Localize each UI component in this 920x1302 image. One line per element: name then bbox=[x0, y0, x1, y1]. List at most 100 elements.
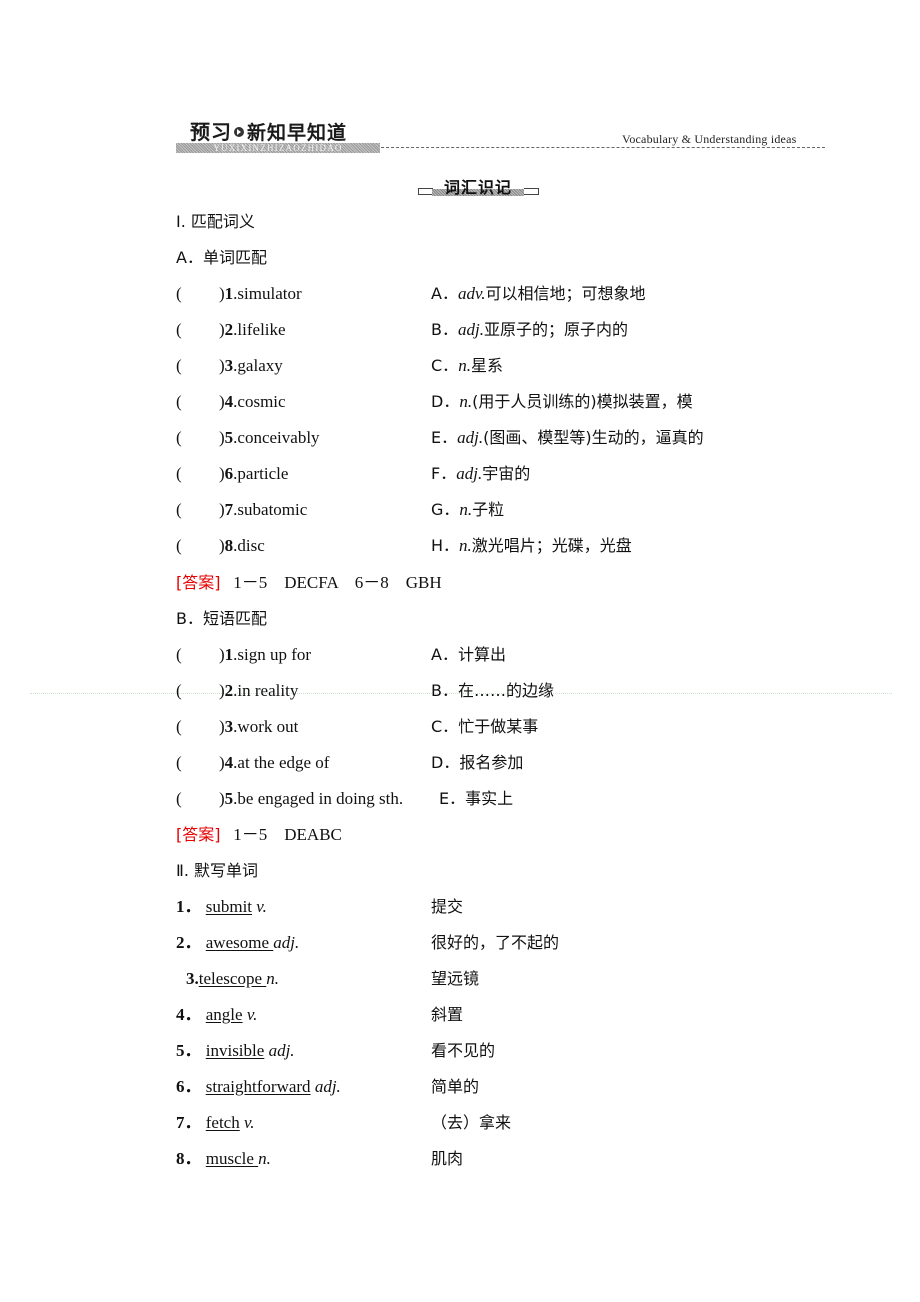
definition-option: E．事实上 bbox=[439, 787, 513, 811]
part-of-speech: adj. bbox=[268, 1041, 295, 1060]
option-letter: F． bbox=[431, 464, 457, 483]
chinese-meaning: 望远镜 bbox=[431, 969, 480, 988]
item-word: .simulator bbox=[233, 284, 302, 303]
definition-option: G．n.子粒 bbox=[431, 498, 504, 522]
answer-blank[interactable]: ( bbox=[176, 390, 182, 414]
part-of-speech: v. bbox=[246, 1005, 258, 1024]
definition-text: 在……的边缘 bbox=[457, 681, 554, 700]
part-of-speech: adj. bbox=[273, 933, 300, 952]
answer-blank[interactable]: ( bbox=[176, 354, 182, 378]
definition-option: E．adj.(图画、模型等)生动的，逼真的 bbox=[431, 426, 704, 450]
match-item: )5.conceivably bbox=[219, 428, 320, 447]
part-of-speech: n. bbox=[459, 536, 472, 555]
answer-blank[interactable]: ( bbox=[176, 679, 182, 703]
definition-text: 宇宙的 bbox=[482, 464, 531, 483]
definition-option: A．adv.可以相信地；可想象地 bbox=[431, 282, 646, 306]
option-letter: E． bbox=[439, 789, 466, 808]
option-letter: D． bbox=[431, 753, 460, 772]
definition-option: D．n.(用于人员训练的)模拟装置，模 bbox=[431, 390, 693, 414]
chinese-meaning: 提交 bbox=[431, 897, 464, 916]
match-item: )2.in reality bbox=[219, 681, 299, 700]
answer-text: 1－5 DECFA 6－8 GBH bbox=[233, 573, 442, 592]
part2-heading: Ⅱ. 默写单词 bbox=[176, 861, 259, 880]
filled-word: invisible bbox=[205, 1041, 265, 1060]
part-of-speech: n. bbox=[266, 969, 279, 988]
option-letter: B． bbox=[431, 320, 458, 339]
part-of-speech: v. bbox=[256, 897, 267, 916]
item-word: .subatomic bbox=[233, 500, 308, 519]
item-phrase: .work out bbox=[233, 717, 299, 736]
answer-blank[interactable]: ( bbox=[176, 715, 182, 739]
definition-text: 可以相信地；可想象地 bbox=[485, 284, 646, 303]
dictation-row: 5． invisible adj. 看不见的 bbox=[176, 1039, 495, 1063]
item-phrase: .at the edge of bbox=[233, 753, 330, 772]
answer-blank[interactable]: ( bbox=[176, 498, 182, 522]
definition-text: 激光唱片；光碟，光盘 bbox=[471, 536, 632, 555]
item-number: 6 bbox=[224, 464, 234, 483]
filled-word: submit bbox=[205, 897, 253, 916]
answer-blank[interactable]: ( bbox=[176, 462, 182, 486]
item-number: 1． bbox=[176, 897, 202, 916]
subB-answer: [答案] 1－5 DEABC bbox=[176, 823, 342, 847]
chinese-meaning: 看不见的 bbox=[431, 1041, 496, 1060]
option-letter: C． bbox=[431, 717, 459, 736]
definition-text: 计算出 bbox=[457, 645, 506, 664]
definition-text: 亚原子的；原子内的 bbox=[483, 320, 628, 339]
part-of-speech: adj. bbox=[457, 428, 484, 447]
item-number: 6． bbox=[176, 1077, 202, 1096]
option-letter: E． bbox=[431, 428, 458, 447]
answer-text: 1－5 DEABC bbox=[233, 825, 342, 844]
item-number: 1 bbox=[224, 645, 234, 664]
definition-text: 星系 bbox=[470, 356, 503, 375]
match-item: )5.be engaged in doing sth. bbox=[219, 789, 404, 808]
item-number: 2 bbox=[224, 681, 234, 700]
answer-label: [答案] bbox=[176, 825, 221, 844]
dictation-row: 4． angle v. 斜置 bbox=[176, 1003, 463, 1027]
subA-heading-text: A．单词匹配 bbox=[176, 248, 267, 267]
part-of-speech: n. bbox=[459, 392, 473, 411]
item-number: 3. bbox=[186, 969, 199, 988]
dictation-row: 8． muscle n. 肌肉 bbox=[176, 1147, 463, 1171]
answer-blank[interactable]: ( bbox=[176, 643, 182, 667]
option-letter: A． bbox=[431, 284, 458, 303]
definition-option: C．n.星系 bbox=[431, 354, 503, 378]
answer-blank[interactable]: ( bbox=[176, 787, 182, 811]
option-letter: C． bbox=[431, 356, 459, 375]
header-title-rest: 新知早知道 bbox=[247, 122, 348, 144]
definition-option: C．忙于做某事 bbox=[431, 715, 538, 739]
dictation-row: 1． submit v. 提交 bbox=[176, 895, 463, 919]
chinese-meaning: （去）拿来 bbox=[431, 1113, 512, 1132]
item-number: 4． bbox=[176, 1005, 202, 1024]
item-number: 4 bbox=[224, 392, 234, 411]
definition-option: D．报名参加 bbox=[431, 751, 523, 775]
option-letter: G． bbox=[431, 500, 460, 519]
option-letter: A． bbox=[431, 645, 458, 664]
subB-heading-text: B．短语匹配 bbox=[176, 609, 267, 628]
answer-blank[interactable]: ( bbox=[176, 282, 182, 306]
part-of-speech: n. bbox=[258, 1149, 271, 1168]
answer-blank[interactable]: ( bbox=[176, 534, 182, 558]
part-of-speech: adj. bbox=[457, 320, 484, 339]
answer-blank[interactable]: ( bbox=[176, 426, 182, 450]
part-of-speech: n. bbox=[459, 500, 473, 519]
match-item: )1.simulator bbox=[219, 284, 302, 303]
part-of-speech: adj. bbox=[456, 464, 483, 483]
section-badge: 词汇识记 bbox=[432, 174, 524, 197]
option-letter: B． bbox=[431, 681, 458, 700]
definition-text: 事实上 bbox=[465, 789, 514, 808]
item-number: 7． bbox=[176, 1113, 202, 1132]
dictation-row: 7． fetch v. （去）拿来 bbox=[176, 1111, 511, 1135]
answer-blank[interactable]: ( bbox=[176, 318, 182, 342]
part1-heading: Ⅰ. 匹配词义 bbox=[176, 212, 255, 231]
filled-word: telescope bbox=[198, 969, 267, 988]
header-title: 预习 新知早知道 bbox=[190, 116, 347, 145]
item-number: 5 bbox=[224, 789, 234, 808]
part-of-speech: n. bbox=[458, 356, 471, 375]
pinyin-band: YUXIXINZHIZAOZHIDAO bbox=[176, 143, 380, 153]
definition-text: 子粒 bbox=[472, 500, 505, 519]
definition-text: (用于人员训练的)模拟装置，模 bbox=[472, 392, 693, 411]
answer-blank[interactable]: ( bbox=[176, 751, 182, 775]
chinese-meaning: 肌肉 bbox=[431, 1149, 464, 1168]
definition-option: A．计算出 bbox=[431, 643, 506, 667]
item-number: 3 bbox=[224, 356, 234, 375]
